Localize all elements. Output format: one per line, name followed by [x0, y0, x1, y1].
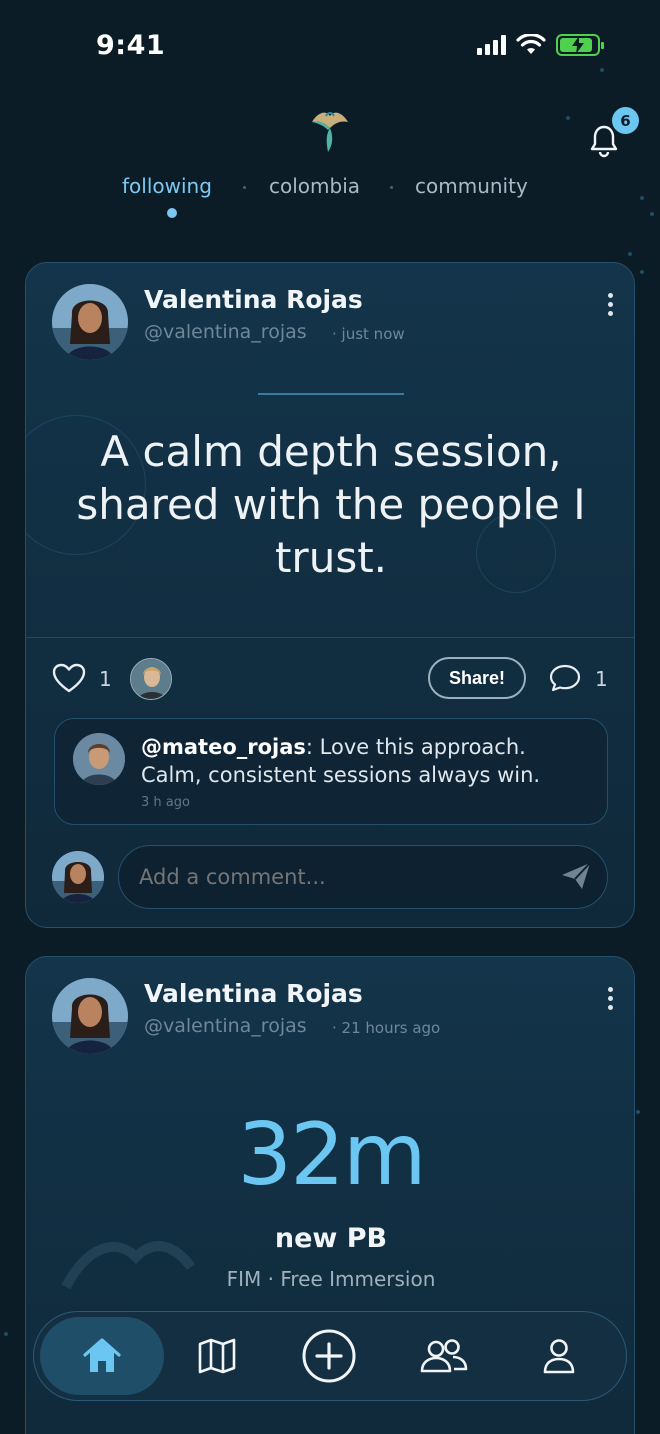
post-quote: A calm depth session, shared with the pe… [76, 427, 586, 582]
tab-separator [243, 186, 246, 189]
pb-discipline: FIM · Free Immersion [226, 1267, 436, 1291]
post-time: · 21 hours ago [332, 1019, 441, 1037]
notification-badge: 6 [612, 107, 639, 134]
bottom-navigation [33, 1311, 627, 1401]
avatar[interactable] [52, 978, 128, 1054]
post-time-text: 21 hours ago [341, 1019, 441, 1037]
profile-icon [543, 1339, 575, 1374]
status-bar: 9:41 [0, 0, 660, 96]
tab-community[interactable]: community [415, 174, 528, 198]
pb-label: new PB [274, 1223, 388, 1254]
comment-item: @mateo_rojas: Love this approach. Calm, … [54, 718, 608, 825]
cellular-signal-icon [477, 35, 506, 55]
battery-icon [556, 34, 604, 56]
comment-input[interactable] [118, 845, 608, 909]
commenter-avatar[interactable] [73, 733, 125, 785]
nav-community[interactable] [399, 1317, 489, 1395]
comment-time: 3 h ago [141, 795, 190, 810]
nav-home[interactable] [40, 1317, 164, 1395]
comment-icon[interactable] [548, 663, 582, 693]
card-divider [26, 637, 634, 638]
comment-text: @mateo_rojas: Love this approach. Calm, … [141, 733, 581, 789]
author-name[interactable]: Valentina Rojas [144, 285, 363, 314]
more-options-icon[interactable] [608, 987, 614, 1014]
tab-colombia[interactable]: colombia [269, 174, 360, 198]
comment-count: 1 [595, 667, 608, 691]
app-logo-icon [312, 112, 348, 152]
avatar[interactable] [52, 284, 128, 360]
quote-divider [258, 393, 404, 395]
pb-value: 32m [237, 1105, 426, 1205]
status-time: 9:41 [96, 30, 166, 61]
home-icon [83, 1338, 121, 1372]
more-options-icon[interactable] [608, 293, 614, 320]
tab-separator [390, 186, 393, 189]
liker-avatar[interactable] [130, 658, 172, 700]
map-icon [198, 1338, 236, 1374]
share-button[interactable]: Share! [428, 657, 526, 699]
heart-icon[interactable] [52, 663, 86, 693]
active-tab-indicator [167, 208, 177, 218]
community-icon [420, 1339, 468, 1373]
post-time: · just now [332, 325, 405, 343]
nav-map[interactable] [172, 1317, 262, 1395]
wifi-icon [516, 34, 546, 54]
author-handle: @valentina_rojas [144, 1015, 307, 1037]
nav-add[interactable] [284, 1317, 374, 1395]
send-icon[interactable] [560, 861, 592, 891]
post-time-text: just now [341, 325, 405, 343]
feed-tabs: following colombia community [0, 174, 660, 204]
post-card: Valentina Rojas @valentina_rojas · just … [25, 262, 635, 928]
nav-profile[interactable] [514, 1317, 604, 1395]
add-icon [302, 1329, 356, 1383]
status-icons [477, 34, 604, 56]
tab-following[interactable]: following [122, 174, 212, 198]
like-count: 1 [99, 667, 112, 691]
author-handle: @valentina_rojas [144, 321, 307, 343]
current-user-avatar [52, 851, 104, 903]
add-comment-row [26, 843, 634, 909]
post-actions: 1 Share! 1 [26, 655, 634, 703]
author-name[interactable]: Valentina Rojas [144, 979, 363, 1008]
comment-author[interactable]: @mateo_rojas [141, 735, 306, 759]
